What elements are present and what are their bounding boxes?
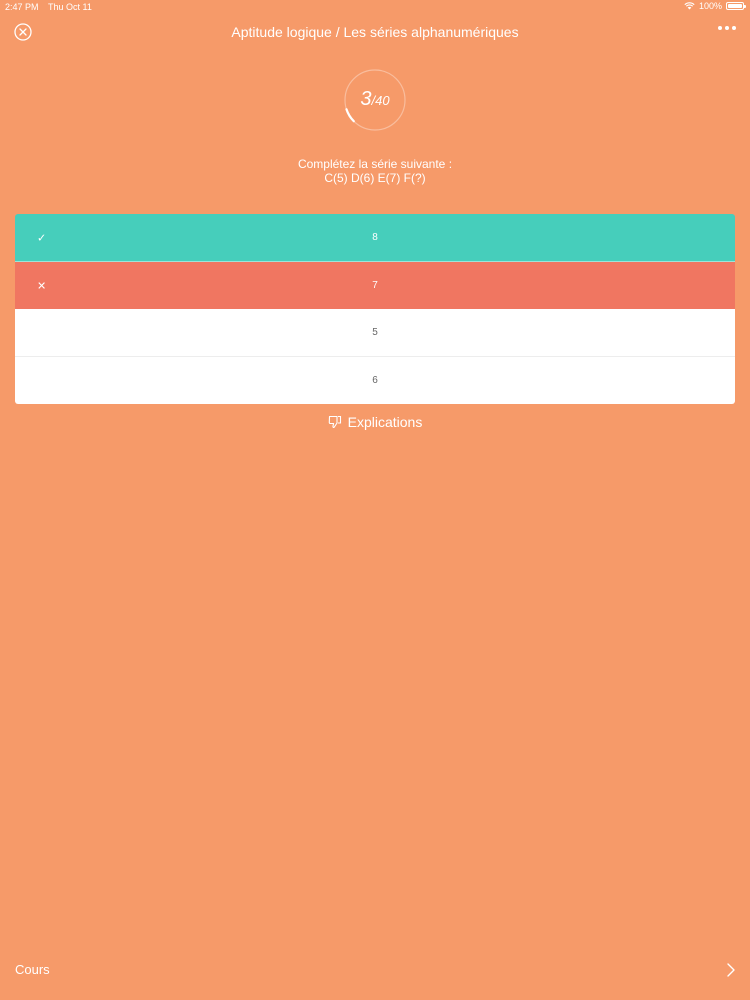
- wifi-icon: [684, 2, 695, 10]
- answer-label: 8: [372, 232, 378, 243]
- more-dot: [718, 26, 722, 30]
- page-title: Aptitude logique / Les séries alphanumér…: [231, 24, 519, 40]
- answer-list: ✓ 8 ✕ 7 5 6: [15, 214, 735, 404]
- answer-option[interactable]: 5: [15, 309, 735, 357]
- status-time: 2:47 PM: [5, 2, 39, 12]
- status-date: Thu Oct 11: [48, 2, 92, 12]
- chevron-right-icon: [727, 963, 735, 977]
- explications-button[interactable]: Explications: [0, 414, 750, 430]
- question-progress: 3/40: [343, 68, 407, 132]
- answer-label: 5: [372, 327, 378, 338]
- answer-option-correct[interactable]: ✓ 8: [15, 214, 735, 262]
- check-icon: ✓: [37, 232, 47, 244]
- progress-total: /40: [371, 93, 390, 108]
- cours-link[interactable]: Cours: [15, 962, 50, 977]
- answer-option-wrong[interactable]: ✕ 7: [15, 262, 735, 309]
- progress-counter: 3/40: [343, 88, 407, 111]
- thumbs-down-icon: [328, 415, 341, 429]
- progress-current: 3: [360, 88, 372, 110]
- more-dot: [725, 26, 729, 30]
- battery-percent: 100%: [698, 1, 722, 11]
- explications-label: Explications: [347, 414, 423, 430]
- answer-option[interactable]: 6: [15, 357, 735, 404]
- battery-icon: [726, 2, 746, 10]
- question-prompt: Complétez la série suivante :: [297, 157, 453, 171]
- answer-label: 7: [372, 280, 378, 291]
- more-options-button[interactable]: [718, 26, 736, 30]
- status-indicators: 100%: [684, 1, 746, 11]
- question-text: Complétez la série suivante : C(5) D(6) …: [0, 157, 750, 185]
- more-dot: [732, 26, 736, 30]
- answer-label: 6: [372, 375, 378, 386]
- cross-icon: ✕: [37, 280, 47, 292]
- status-bar: 2:47 PM Thu Oct 11 100%: [0, 0, 750, 14]
- question-series: C(5) D(6) E(7) F(?): [324, 171, 426, 185]
- cours-chevron-button[interactable]: [726, 962, 736, 978]
